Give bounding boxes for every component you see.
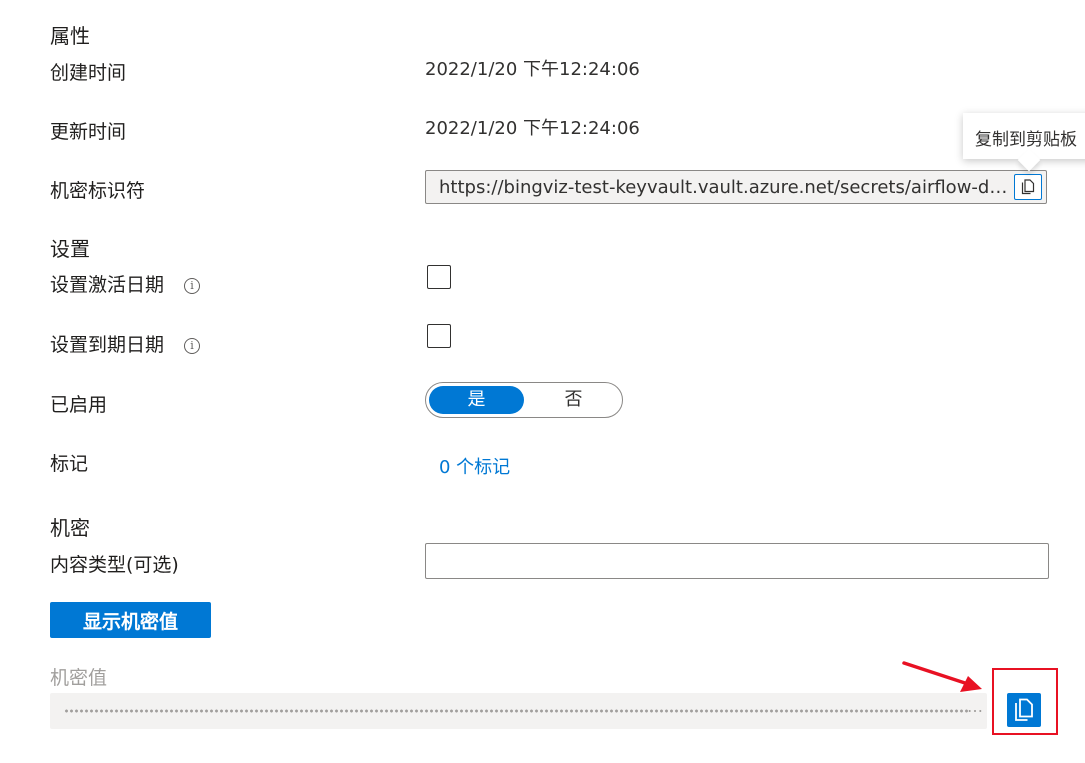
updated-time-value: 2022/1/20 下午12:24:06 [425, 118, 640, 139]
created-time-value: 2022/1/20 下午12:24:06 [425, 59, 640, 80]
secret-heading: 机密 [50, 516, 90, 540]
info-icon[interactable]: i [184, 277, 201, 294]
show-secret-value-button[interactable]: 显示机密值 [50, 602, 211, 638]
updated-time-label: 更新时间 [50, 121, 127, 143]
enabled-no-option[interactable]: 否 [526, 386, 621, 414]
content-type-label: 内容类型(可选) [50, 554, 179, 576]
secret-identifier-value[interactable]: https://bingviz-test-keyvault.vault.azur… [439, 177, 1009, 198]
expiration-date-checkbox[interactable] [427, 324, 451, 348]
secret-identifier-field[interactable]: https://bingviz-test-keyvault.vault.azur… [425, 170, 1047, 204]
created-time-label: 创建时间 [50, 62, 127, 84]
secret-value-ellipsis: … [967, 697, 983, 716]
copy-identifier-button[interactable] [1014, 174, 1042, 200]
activation-date-checkbox[interactable] [427, 265, 451, 289]
secret-identifier-label: 机密标识符 [50, 180, 146, 202]
masked-secret-dots [64, 709, 969, 713]
properties-heading: 属性 [50, 24, 90, 48]
highlight-rectangle [992, 668, 1058, 735]
activation-date-label: 设置激活日期 [50, 274, 165, 296]
secret-value-label: 机密值 [50, 667, 108, 689]
enabled-toggle[interactable]: 是 否 [425, 382, 623, 418]
expiration-date-row: 设置到期日期 i [50, 330, 201, 357]
enabled-label: 已启用 [50, 394, 108, 416]
copy-icon [1021, 179, 1035, 195]
enabled-yes-option[interactable]: 是 [429, 386, 524, 414]
tags-label: 标记 [50, 453, 89, 475]
tags-link[interactable]: 0 个标记 [439, 453, 510, 479]
secret-value-field[interactable]: … [50, 693, 987, 729]
activation-date-row: 设置激活日期 i [50, 270, 201, 297]
content-type-input[interactable] [425, 543, 1049, 579]
settings-heading: 设置 [50, 237, 90, 261]
info-icon[interactable]: i [184, 337, 201, 354]
expiration-date-label: 设置到期日期 [50, 334, 165, 356]
arrow-annotation [902, 661, 982, 692]
